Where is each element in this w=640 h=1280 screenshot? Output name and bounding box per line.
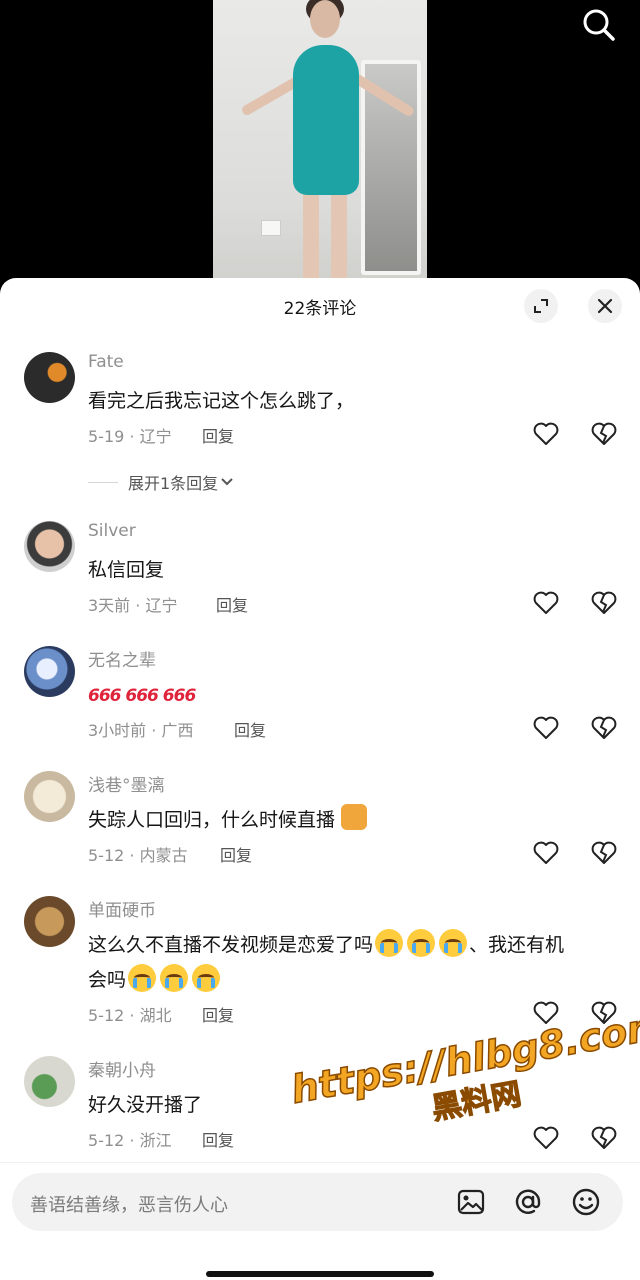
reply-button[interactable]: 回复 <box>202 1127 234 1151</box>
crying-emoji-icon <box>160 964 189 992</box>
divider <box>88 481 118 483</box>
crying-emoji-icon <box>375 929 404 957</box>
video-frame[interactable] <box>213 0 427 290</box>
sheet-header: 22条评论 <box>0 278 640 334</box>
image-icon[interactable] <box>455 1186 487 1218</box>
reply-button[interactable]: 回复 <box>202 1002 234 1026</box>
avatar[interactable] <box>24 646 75 697</box>
comment-meta: 5-12 · 内蒙古 <box>88 846 188 865</box>
comment-input-placeholder: 善语结善缘，恶言伤人心 <box>30 1195 228 1216</box>
comment-input[interactable]: 善语结善缘，恶言伤人心 <box>12 1173 623 1231</box>
crying-emoji-icon <box>192 964 221 992</box>
like-icon[interactable] <box>533 422 559 446</box>
comment-text[interactable]: 这么久不直播不发视频是恋爱了吗 、我还有机会吗 <box>88 928 618 998</box>
comment-meta: 5-12 · 浙江 <box>88 1131 172 1150</box>
emoji-666-text: 666 666 666 <box>88 686 196 706</box>
like-icon[interactable] <box>533 591 559 615</box>
dislike-icon[interactable] <box>591 841 617 865</box>
dislike-icon[interactable] <box>591 1126 617 1150</box>
search-button[interactable] <box>580 6 618 44</box>
comment-author[interactable]: Silver <box>88 521 136 541</box>
comment-text-body: 、我还有机 <box>469 934 565 956</box>
comment-meta: 5-12 · 湖北 <box>88 1006 172 1025</box>
reply-button[interactable]: 回复 <box>216 592 248 616</box>
comment-author[interactable]: 无名之辈 <box>88 646 156 671</box>
expand-button[interactable] <box>524 289 558 323</box>
search-icon <box>583 9 615 41</box>
comment-meta: 3小时前 · 广西 <box>88 721 194 740</box>
cat-emoji-icon <box>341 804 368 830</box>
avatar[interactable] <box>24 771 75 822</box>
comment-author[interactable]: Fate <box>88 352 124 372</box>
comment-text[interactable]: 失踪人口回归，什么时候直播 <box>88 803 618 838</box>
comment-text-body: 这么久不直播不发视频是恋爱了吗 <box>88 934 374 956</box>
comment-meta: 5-19 · 辽宁 <box>88 427 172 446</box>
comment-text[interactable]: 666 666 666 <box>88 678 618 714</box>
expand-icon <box>534 299 548 313</box>
avatar[interactable] <box>24 521 75 572</box>
dislike-icon[interactable] <box>591 422 617 446</box>
comment-text[interactable]: 看完之后我忘记这个怎么跳了， <box>88 384 618 419</box>
like-icon[interactable] <box>533 841 559 865</box>
wall-outlet <box>261 220 281 236</box>
reply-button[interactable]: 回复 <box>202 423 234 447</box>
comment-item: Silver 私信回复 3天前 · 辽宁 回复 <box>0 521 640 631</box>
comment-text-body: 会吗 <box>88 969 127 991</box>
crying-emoji-icon <box>439 929 468 957</box>
dislike-icon[interactable] <box>591 716 617 740</box>
expand-replies[interactable]: 展开1条回复 <box>88 470 236 494</box>
figure-leg <box>303 190 319 285</box>
chevron-down-icon <box>221 478 233 486</box>
comment-author[interactable]: 浅巷°墨漓 <box>88 771 165 796</box>
comment-author[interactable]: 秦朝小舟 <box>88 1056 156 1081</box>
avatar[interactable] <box>24 1056 75 1107</box>
emoji-icon[interactable] <box>570 1186 602 1218</box>
comment-item: 无名之辈 666 666 666 3小时前 · 广西 回复 <box>0 646 640 756</box>
comment-item: 浅巷°墨漓 失踪人口回归，什么时候直播 5-12 · 内蒙古 回复 <box>0 771 640 881</box>
reply-button[interactable]: 回复 <box>220 842 252 866</box>
figure-head <box>310 0 340 38</box>
at-icon[interactable] <box>512 1186 544 1218</box>
comment-author[interactable]: 单面硬币 <box>88 896 156 921</box>
comment-meta: 3天前 · 辽宁 <box>88 596 178 615</box>
avatar[interactable] <box>24 896 75 947</box>
crying-emoji-icon <box>128 964 157 992</box>
close-button[interactable] <box>588 289 622 323</box>
home-indicator[interactable] <box>206 1271 434 1277</box>
close-icon <box>597 298 613 314</box>
reply-button[interactable]: 回复 <box>234 717 266 741</box>
like-icon[interactable] <box>533 716 559 740</box>
avatar[interactable] <box>24 352 75 403</box>
expand-replies-label: 展开1条回复 <box>128 474 219 493</box>
comment-text[interactable]: 私信回复 <box>88 553 618 588</box>
dislike-icon[interactable] <box>591 591 617 615</box>
comment-text-body: 失踪人口回归，什么时候直播 <box>88 809 336 831</box>
crying-emoji-icon <box>407 929 436 957</box>
figure-dress <box>293 45 359 195</box>
comment-input-bar: 善语结善缘，恶言伤人心 <box>0 1162 640 1242</box>
figure-leg <box>331 190 347 285</box>
video-area[interactable] <box>0 0 640 290</box>
